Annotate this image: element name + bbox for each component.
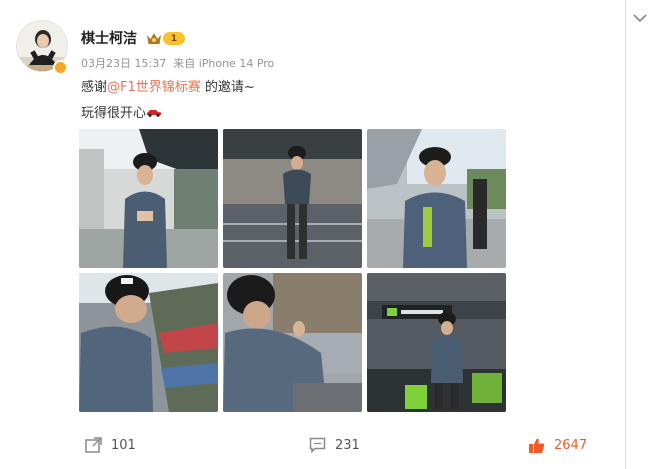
photo-1[interactable]	[79, 129, 218, 268]
post-date[interactable]: 03月23日 15:37	[81, 57, 166, 70]
comment-icon	[309, 437, 326, 453]
photo-grid	[79, 129, 506, 412]
author-name[interactable]: 棋士柯洁	[81, 28, 137, 48]
post-text-line-2: 玩得很开心	[81, 102, 162, 121]
text-suffix: 的邀请~	[200, 80, 255, 95]
photo-5[interactable]	[223, 273, 362, 412]
verified-badge-icon	[53, 60, 68, 75]
comment-button[interactable]: 231	[309, 432, 360, 458]
repost-button[interactable]: 101	[85, 432, 136, 458]
level-badge[interactable]: 1	[146, 31, 185, 46]
level-number: 1	[163, 32, 185, 45]
crown-icon	[147, 33, 161, 44]
repost-count: 101	[111, 437, 136, 453]
photo-4[interactable]	[79, 273, 218, 412]
text-line-2: 玩得很开心	[81, 106, 147, 121]
photo-6[interactable]	[367, 273, 506, 412]
chevron-down-icon[interactable]	[632, 12, 648, 24]
post-meta: 03月23日 15:37 来自 iPhone 14 Pro	[81, 55, 281, 71]
like-button[interactable]: 2647	[528, 432, 587, 458]
thumbs-up-icon	[529, 438, 545, 453]
photo-3[interactable]	[367, 129, 506, 268]
post-source: 来自 iPhone 14 Pro	[173, 57, 275, 70]
mention-link[interactable]: @F1世界锦标赛	[107, 80, 201, 95]
like-count: 2647	[554, 437, 588, 453]
race-car-icon	[147, 109, 162, 117]
text-prefix: 感谢	[81, 80, 108, 95]
photo-2[interactable]	[223, 129, 362, 268]
post-text-line-1: 感谢@F1世界锦标赛 的邀请~	[81, 76, 255, 95]
frame-divider	[625, 0, 626, 469]
repost-icon	[85, 437, 102, 453]
comment-count: 231	[335, 437, 360, 453]
